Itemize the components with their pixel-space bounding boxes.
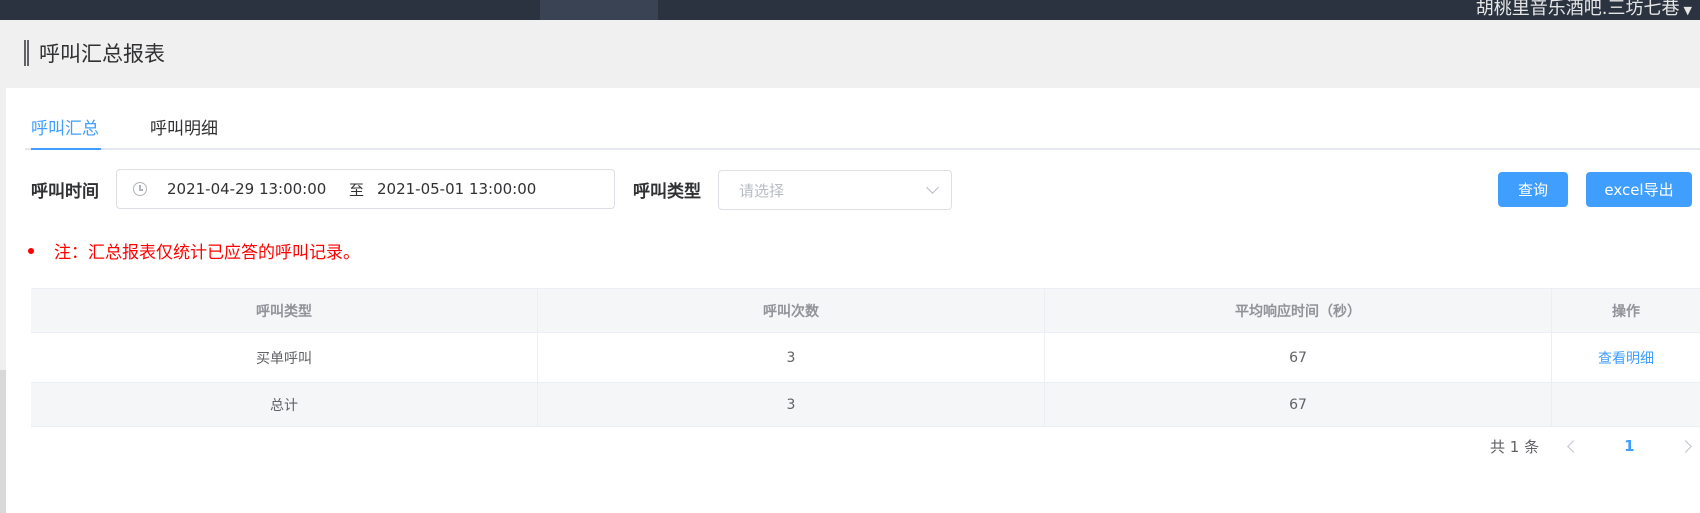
column-header: 呼叫次数 — [538, 289, 1045, 332]
page-header: 呼叫汇总报表 — [24, 40, 165, 66]
top-nav-bar: 胡桃里音乐酒吧.三坊七巷 ▼ — [0, 0, 1700, 20]
nav-item-active[interactable] — [540, 0, 658, 20]
table-cell: 买单呼叫 — [31, 333, 538, 382]
table-cell — [1552, 383, 1700, 426]
column-header: 平均响应时间（秒） — [1045, 289, 1552, 332]
table-cell: 3 — [538, 383, 1045, 426]
call-time-label: 呼叫时间 — [31, 182, 99, 202]
start-date-input[interactable]: 2021-04-29 13:00:00 — [167, 180, 337, 198]
call-type-select[interactable]: 请选择 — [718, 170, 952, 210]
chevron-right-icon[interactable] — [1678, 439, 1692, 453]
table-cell: 67 — [1045, 333, 1552, 382]
pagination-total: 共 1 条 — [1490, 437, 1540, 456]
table-cell-action: 查看明细 — [1552, 333, 1700, 382]
title-bar-icon — [24, 40, 29, 66]
column-header: 操作 — [1612, 303, 1640, 320]
date-range-picker[interactable]: 2021-04-29 13:00:00 至 2021-05-01 13:00:0… — [116, 169, 615, 209]
store-name: 胡桃里音乐酒吧.三坊七巷 — [1475, 0, 1680, 19]
view-detail-link[interactable]: 查看明细 — [1598, 348, 1654, 368]
page-title: 呼叫汇总报表 — [39, 42, 165, 66]
chevron-down-icon: ▼ — [1683, 3, 1692, 17]
select-placeholder: 请选择 — [739, 181, 785, 200]
left-edge — [0, 370, 6, 513]
table-cell: 67 — [1045, 383, 1552, 426]
pagination: 共 1 条 1 — [1490, 432, 1692, 460]
table-total-row: 总计 3 67 — [31, 383, 1700, 427]
table-cell: 总计 — [31, 383, 538, 426]
summary-table: 呼叫类型 呼叫次数 平均响应时间（秒） 操作 买单呼叫 3 67 查看明细 总计… — [31, 288, 1700, 427]
chevron-down-icon — [926, 180, 939, 194]
chevron-left-icon[interactable] — [1567, 439, 1580, 453]
page-number[interactable]: 1 — [1624, 437, 1634, 455]
excel-export-button[interactable]: excel导出 — [1586, 172, 1692, 207]
bullet-icon — [28, 247, 34, 254]
tab-bar: 呼叫汇总 呼叫明细 — [25, 108, 1700, 150]
clock-icon — [133, 182, 147, 196]
note: 注：汇总报表仅统计已应答的呼叫记录。 — [28, 238, 360, 263]
table-cell: 3 — [538, 333, 1045, 382]
column-header: 呼叫类型 — [31, 289, 538, 332]
tab-call-detail[interactable]: 呼叫明细 — [150, 114, 218, 148]
table-header-row: 呼叫类型 呼叫次数 平均响应时间（秒） 操作 — [31, 289, 1700, 333]
query-button[interactable]: 查询 — [1498, 172, 1568, 207]
table-row: 买单呼叫 3 67 查看明细 — [31, 333, 1700, 383]
user-menu[interactable]: 胡桃里音乐酒吧.三坊七巷 ▼ — [1476, 0, 1692, 20]
call-type-label: 呼叫类型 — [633, 182, 701, 202]
range-separator: 至 — [349, 180, 365, 199]
note-text: 注：汇总报表仅统计已应答的呼叫记录。 — [54, 243, 360, 263]
end-date-input[interactable]: 2021-05-01 13:00:00 — [377, 180, 536, 198]
tab-call-summary[interactable]: 呼叫汇总 — [31, 114, 101, 150]
